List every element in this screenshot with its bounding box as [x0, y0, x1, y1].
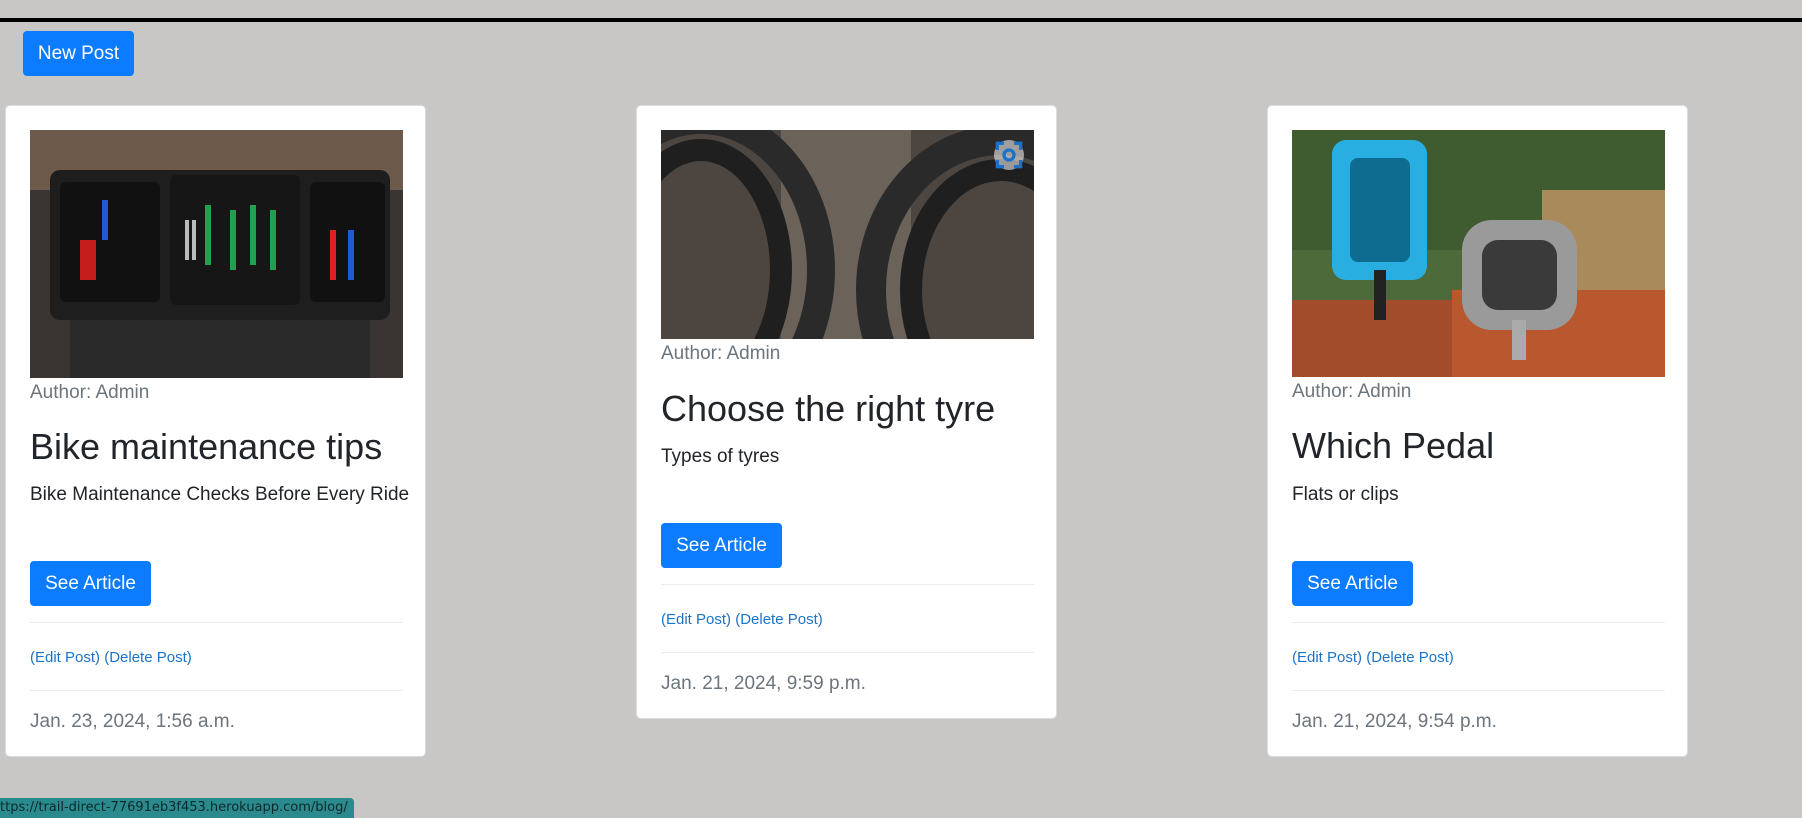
post-author: Author: Admin	[1292, 381, 1412, 402]
post-title: Choose the right tyre	[661, 388, 996, 429]
delete-post-link[interactable]: (Delete Post)	[104, 649, 192, 666]
post-excerpt: Types of tyres	[661, 446, 780, 467]
divider	[661, 584, 1034, 585]
post-actions: (Edit Post) (Delete Post)	[1292, 649, 1454, 666]
see-article-button[interactable]: See Article	[30, 561, 151, 606]
see-article-button[interactable]: See Article	[661, 523, 782, 568]
post-title: Bike maintenance tips	[30, 426, 383, 467]
post-author: Author: Admin	[30, 382, 150, 403]
tyres-photo	[661, 130, 1034, 339]
edit-post-link[interactable]: (Edit Post)	[1292, 649, 1362, 666]
post-title: Which Pedal	[1292, 425, 1495, 466]
divider	[30, 622, 403, 623]
post-actions: (Edit Post) (Delete Post)	[30, 649, 192, 666]
divider	[661, 652, 1034, 653]
post-card: Author: Admin Bike maintenance tips Bike…	[5, 105, 426, 757]
post-actions: (Edit Post) (Delete Post)	[661, 611, 823, 628]
post-image[interactable]	[661, 130, 1034, 339]
post-image[interactable]	[1292, 130, 1665, 377]
divider	[30, 690, 403, 691]
post-image[interactable]	[30, 130, 403, 378]
post-date: Jan. 21, 2024, 9:59 p.m.	[661, 673, 866, 694]
toolbox-photo	[30, 130, 403, 378]
status-bar-url: ttps://trail-direct-77691eb3f453.herokua…	[0, 798, 354, 818]
post-date: Jan. 21, 2024, 9:54 p.m.	[1292, 711, 1497, 732]
edit-post-link[interactable]: (Edit Post)	[661, 611, 731, 628]
post-card: Author: Admin Which Pedal Flats or clips…	[1267, 105, 1688, 757]
edit-post-link[interactable]: (Edit Post)	[30, 649, 100, 666]
new-post-button[interactable]: New Post	[23, 31, 134, 76]
post-date: Jan. 23, 2024, 1:56 a.m.	[30, 711, 235, 732]
visual-search-icon[interactable]	[994, 140, 1024, 170]
post-excerpt: Bike Maintenance Checks Before Every Rid…	[30, 484, 410, 505]
see-article-button[interactable]: See Article	[1292, 561, 1413, 606]
divider	[1292, 690, 1665, 691]
post-author: Author: Admin	[661, 343, 781, 364]
delete-post-link[interactable]: (Delete Post)	[735, 611, 823, 628]
top-border	[0, 18, 1802, 22]
post-excerpt: Flats or clips	[1292, 484, 1399, 505]
pedals-photo	[1292, 130, 1665, 377]
delete-post-link[interactable]: (Delete Post)	[1366, 649, 1454, 666]
divider	[1292, 622, 1665, 623]
post-card: Author: Admin Choose the right tyre Type…	[636, 105, 1057, 719]
